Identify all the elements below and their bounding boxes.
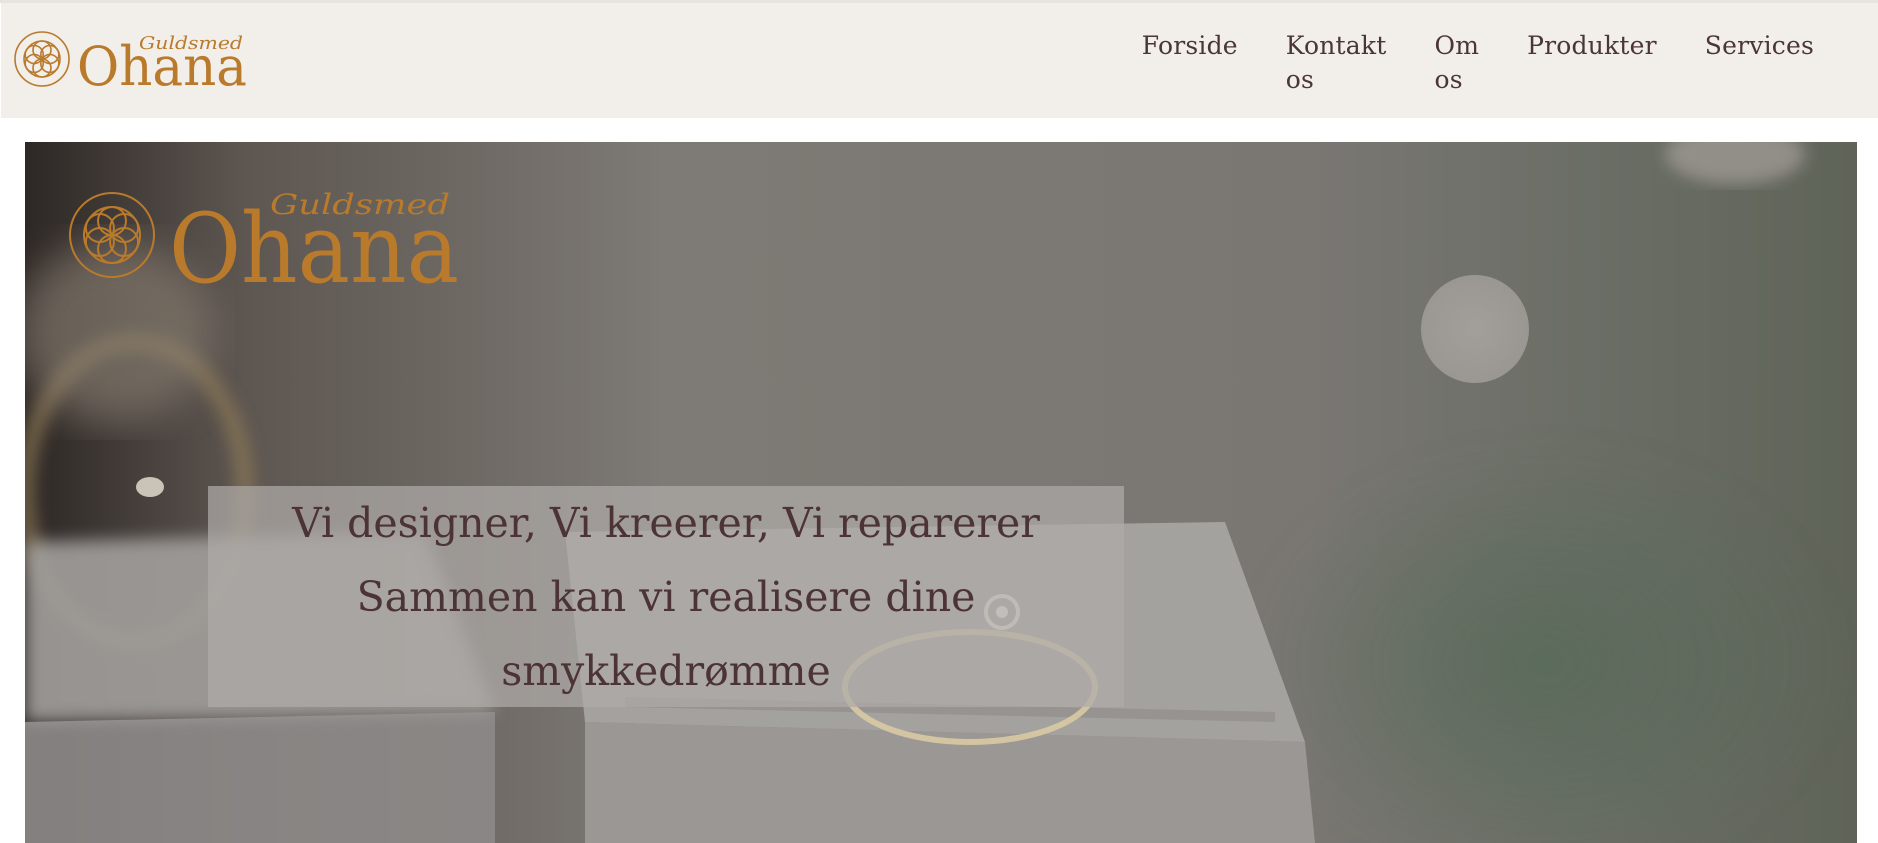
- hero-tagline-line: Vi designer, Vi kreerer, Vi reparerer: [292, 498, 1040, 547]
- nav-item-label: Forside: [1141, 31, 1238, 60]
- nav-item-label: os: [1285, 65, 1315, 94]
- flower-of-life-icon: [69, 192, 155, 278]
- hero-logo-script: Guldsmed: [270, 188, 450, 221]
- nav-item-label: os: [1434, 65, 1463, 94]
- nav-item-om-os[interactable]: Om os: [1411, 29, 1504, 97]
- nav-item-label: Kontakt: [1285, 31, 1387, 60]
- nav-item-label: Produkter: [1527, 31, 1657, 60]
- flower-of-life-icon: [14, 31, 70, 87]
- hero-banner: Ohana Guldsmed Vi designer, Vi kreerer, …: [25, 142, 1857, 843]
- hero-logo: Ohana Guldsmed: [69, 188, 459, 290]
- site-header: Ohana Guldsmed Forside Kontakt os Om os Produ…: [1, 3, 1878, 118]
- hero-tagline-line: Sammen kan vi realisere dine: [356, 572, 976, 621]
- nav-item-label: Om: [1434, 31, 1480, 60]
- nav-item-produkter[interactable]: Produkter: [1503, 29, 1681, 97]
- main-nav: Forside Kontakt os Om os Produkter Services: [1118, 29, 1838, 97]
- nav-item-label: Services: [1704, 31, 1814, 60]
- brand-logo[interactable]: Ohana Guldsmed: [11, 27, 251, 91]
- nav-item-kontakt-os[interactable]: Kontakt os: [1262, 29, 1411, 97]
- logo-script: Guldsmed: [139, 33, 243, 54]
- hero-tagline-line: smykkedrømme: [501, 646, 831, 695]
- hero-tagline-box: Vi designer, Vi kreerer, Vi reparerer Sam…: [208, 486, 1124, 707]
- nav-item-services[interactable]: Services: [1681, 29, 1838, 97]
- nav-item-forside[interactable]: Forside: [1118, 29, 1262, 97]
